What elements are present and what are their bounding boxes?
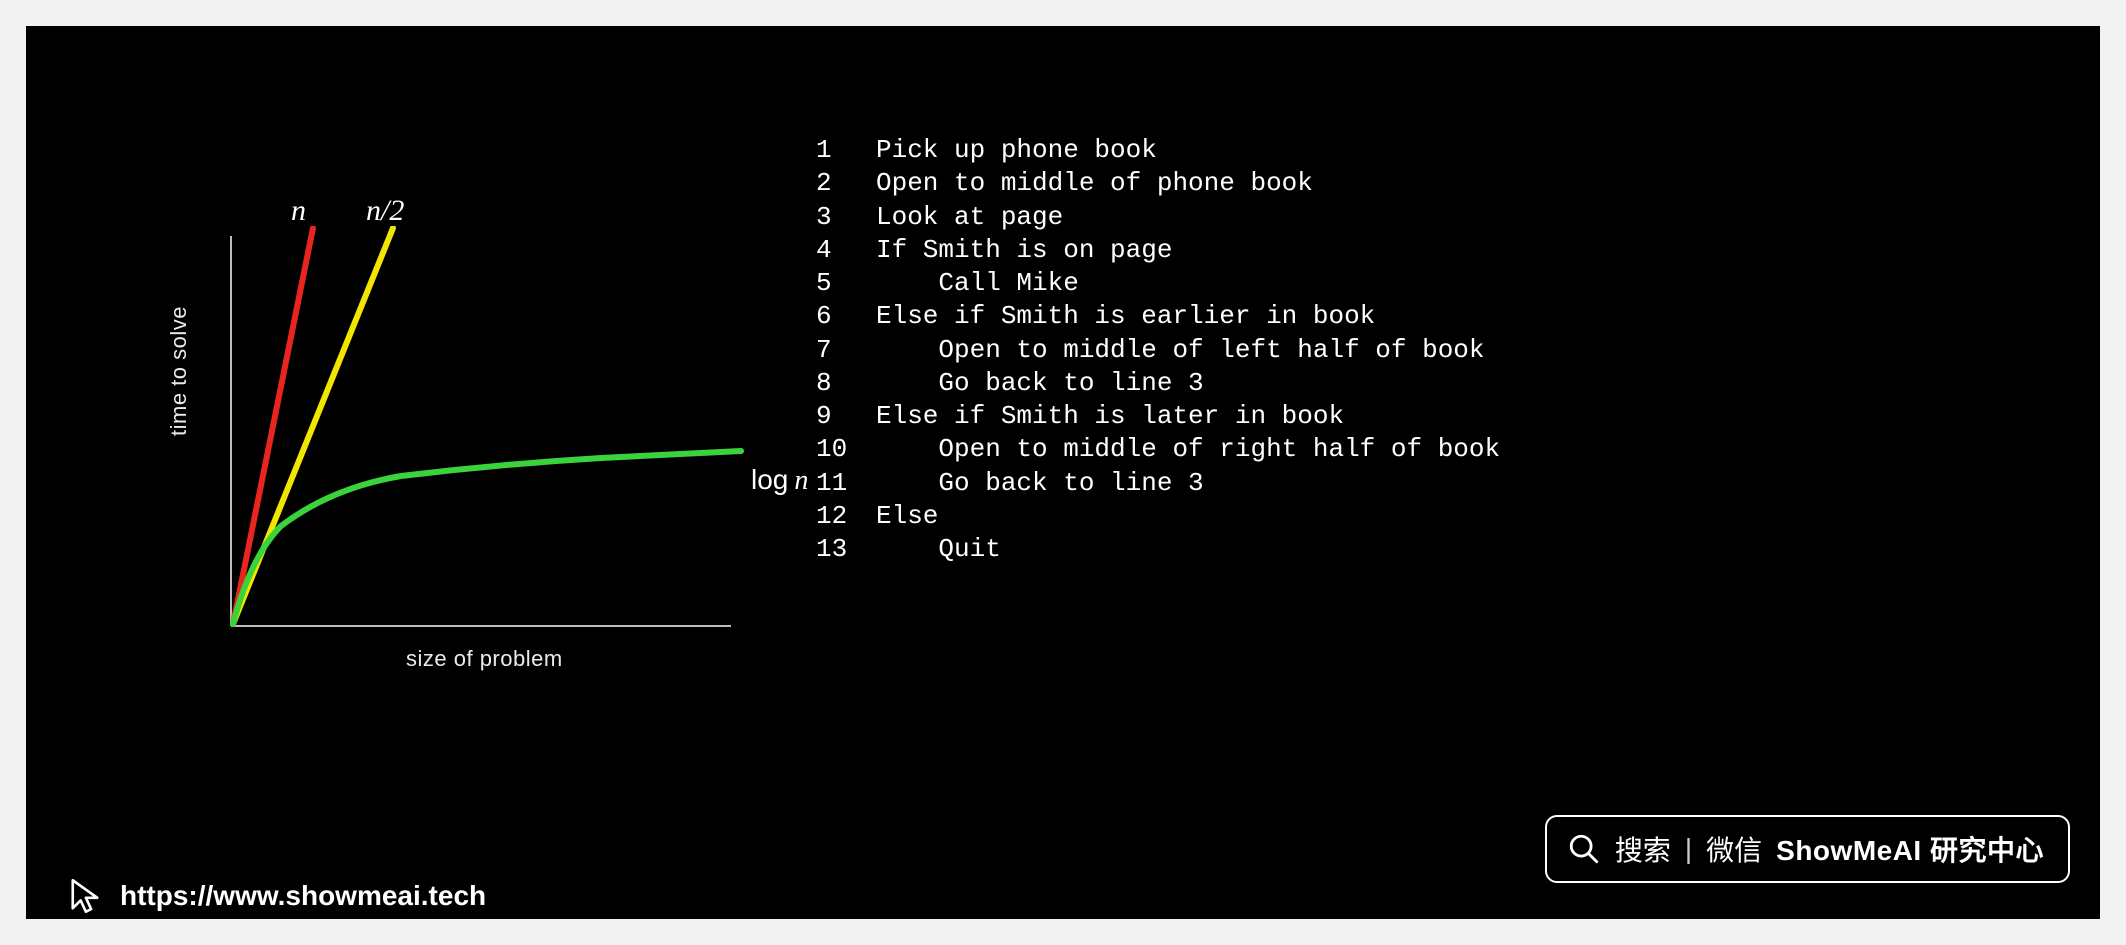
footer-url-text: https://www.showmeai.tech bbox=[120, 880, 486, 912]
footer-url: https://www.showmeai.tech bbox=[64, 875, 486, 917]
code-line: 3Look at page bbox=[816, 201, 1500, 234]
code-line: 7 Open to middle of left half of book bbox=[816, 334, 1500, 367]
code-line: 5 Call Mike bbox=[816, 267, 1500, 300]
code-line: 12Else bbox=[816, 500, 1500, 533]
code-line: 2Open to middle of phone book bbox=[816, 167, 1500, 200]
search-icon bbox=[1567, 832, 1601, 866]
series-label-log-word: log bbox=[751, 464, 788, 495]
series-label-n-half-text: n/2 bbox=[366, 194, 404, 227]
code-line: 4If Smith is on page bbox=[816, 234, 1500, 267]
code-line: 11 Go back to line 3 bbox=[816, 467, 1500, 500]
series-label-log-var: n bbox=[794, 465, 808, 496]
series-label-n: n bbox=[291, 194, 306, 228]
complexity-chart: time to solve n n/2 logn size of problem bbox=[86, 106, 746, 606]
chart-ylabel: time to solve bbox=[166, 306, 192, 436]
code-line: 9Else if Smith is later in book bbox=[816, 400, 1500, 433]
series-log-n bbox=[233, 451, 741, 624]
badge-search-word: 搜索 bbox=[1615, 829, 1671, 869]
code-line: 10 Open to middle of right half of book bbox=[816, 433, 1500, 466]
chart-xlabel: size of problem bbox=[406, 646, 563, 672]
pseudocode-block: 1Pick up phone book 2Open to middle of p… bbox=[816, 134, 1500, 566]
badge-brand: ShowMeAI 研究中心 bbox=[1776, 829, 2044, 869]
chart-svg bbox=[221, 226, 761, 646]
series-label-n-half: n/2 bbox=[366, 194, 404, 228]
series-n bbox=[233, 228, 313, 624]
code-line: 8 Go back to line 3 bbox=[816, 367, 1500, 400]
code-line: 6Else if Smith is earlier in book bbox=[816, 300, 1500, 333]
code-line: 1Pick up phone book bbox=[816, 134, 1500, 167]
cursor-icon bbox=[64, 875, 106, 917]
slide-frame: time to solve n n/2 logn size of problem bbox=[0, 0, 2126, 945]
code-line: 13 Quit bbox=[816, 533, 1500, 566]
slide-content: time to solve n n/2 logn size of problem bbox=[26, 26, 2100, 919]
badge-channel: 微信 bbox=[1706, 829, 1762, 869]
search-badge: 搜索 | 微信 ShowMeAI 研究中心 bbox=[1545, 815, 2070, 883]
badge-separator: | bbox=[1685, 833, 1692, 865]
series-label-log-n: logn bbox=[751, 464, 808, 497]
